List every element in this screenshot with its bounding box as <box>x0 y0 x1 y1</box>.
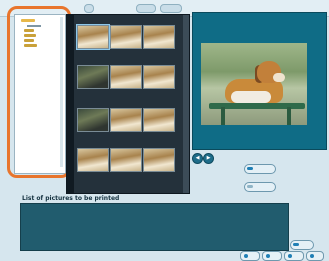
thumbnail-gutter <box>67 15 74 193</box>
footer-button[interactable] <box>284 251 304 261</box>
thumbnail[interactable] <box>143 25 175 49</box>
folder-icon[interactable] <box>24 29 34 32</box>
footer-button[interactable] <box>240 251 260 261</box>
thumbnail[interactable] <box>143 108 175 132</box>
add-button[interactable] <box>244 164 276 174</box>
thumbnail[interactable] <box>143 65 175 89</box>
bench-leg <box>221 107 225 125</box>
bench-leg <box>287 107 291 125</box>
folder-icon[interactable] <box>21 19 35 22</box>
folder-tree[interactable] <box>14 14 66 174</box>
preview-panel <box>192 12 327 150</box>
toolbar-button[interactable] <box>160 4 182 13</box>
dog-chest <box>231 91 271 103</box>
footer-button[interactable] <box>262 251 282 261</box>
list-label: List of pictures to be printed <box>22 195 120 202</box>
thumbnail[interactable] <box>77 148 109 172</box>
thumbnail-panel[interactable] <box>66 14 190 194</box>
thumbnail[interactable] <box>110 108 142 132</box>
print-wizard-window: ◀ ▶ List of pictures to be printed <box>0 0 329 261</box>
thumbnail[interactable] <box>77 108 109 132</box>
side-button[interactable] <box>290 240 314 250</box>
tree-scrollbar[interactable] <box>60 17 63 167</box>
toolbar-button[interactable] <box>84 4 94 13</box>
toolbar-button[interactable] <box>136 4 156 13</box>
thumbnail[interactable] <box>76 24 110 50</box>
thumbnail[interactable] <box>110 65 142 89</box>
thumbnail[interactable] <box>77 65 109 89</box>
remove-button[interactable] <box>244 182 276 192</box>
previous-icon[interactable]: ◀ <box>192 153 203 164</box>
thumbnail-scrollbar[interactable] <box>183 15 189 193</box>
dog-muzzle <box>273 73 285 82</box>
thumbnail[interactable] <box>110 25 142 49</box>
next-icon[interactable]: ▶ <box>203 153 214 164</box>
thumbnail[interactable] <box>110 148 142 172</box>
folder-icon[interactable] <box>24 34 36 37</box>
folder-node[interactable] <box>27 25 41 27</box>
folder-icon[interactable] <box>24 44 37 47</box>
thumbnail[interactable] <box>143 148 175 172</box>
folder-icon[interactable] <box>24 39 34 42</box>
preview-image <box>201 43 307 125</box>
print-list[interactable] <box>20 203 289 251</box>
footer-button[interactable] <box>306 251 324 261</box>
